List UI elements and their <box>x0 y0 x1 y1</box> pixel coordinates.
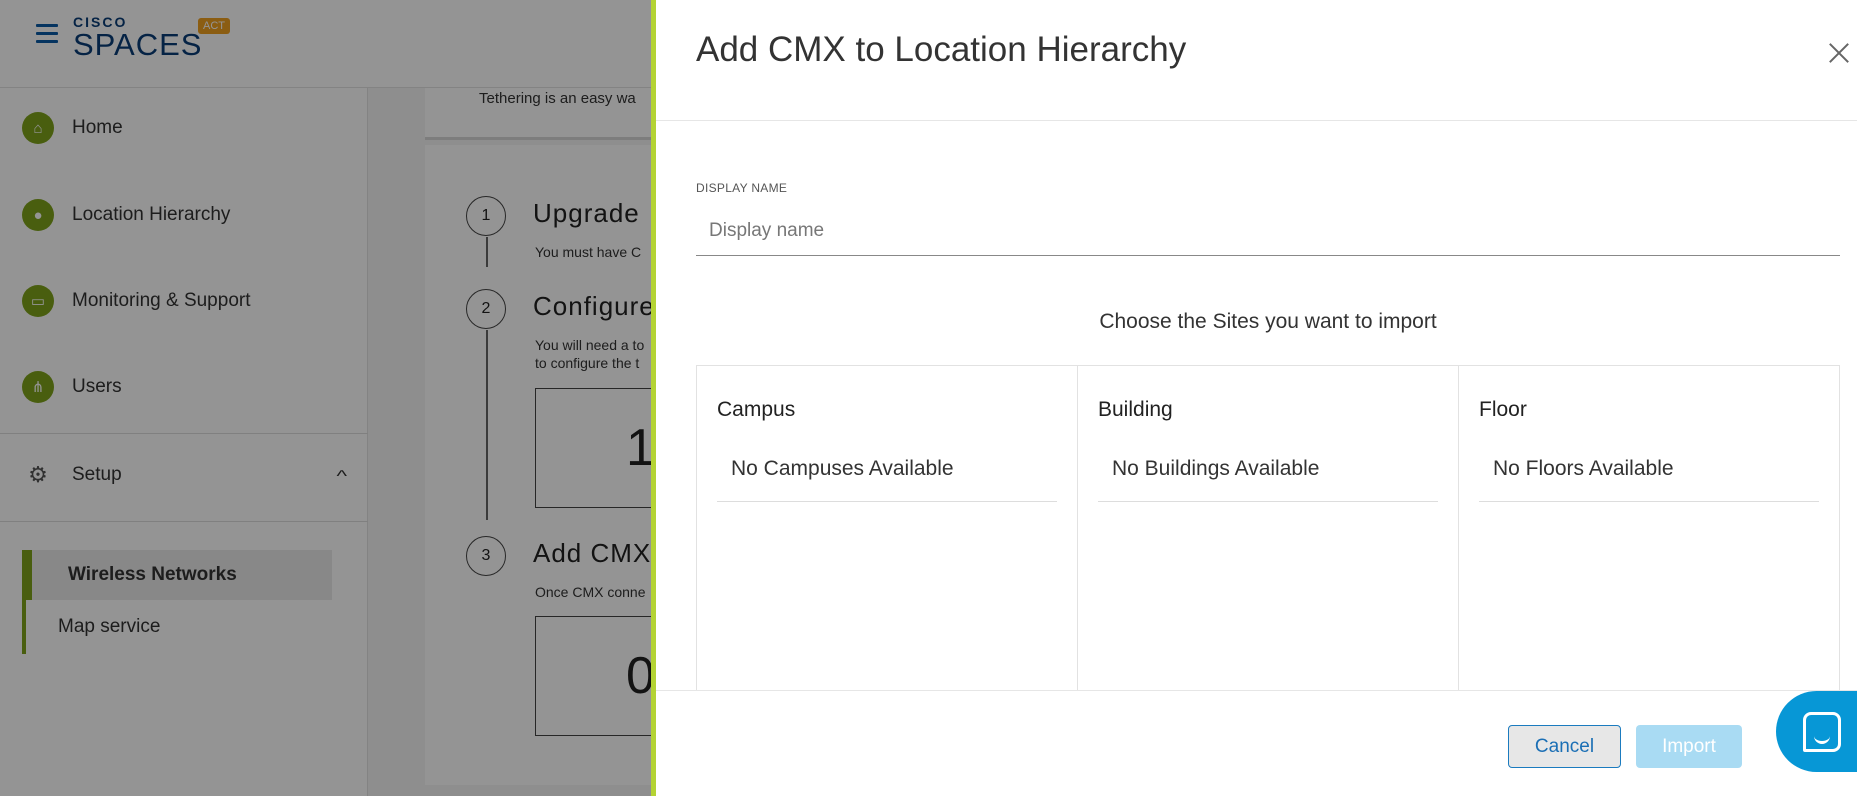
empty-state: No Buildings Available <box>1098 444 1438 502</box>
cancel-button[interactable]: Cancel <box>1508 725 1621 768</box>
floor-column: Floor No Floors Available <box>1459 366 1839 691</box>
drawer-title: Add CMX to Location Hierarchy <box>696 30 1187 69</box>
column-header: Building <box>1098 398 1173 421</box>
drawer-header: Add CMX to Location Hierarchy <box>656 0 1857 121</box>
display-name-label: DISPLAY NAME <box>696 181 788 195</box>
campus-column: Campus No Campuses Available <box>697 366 1078 691</box>
empty-state: No Campuses Available <box>717 444 1057 502</box>
empty-state: No Floors Available <box>1479 444 1819 502</box>
column-header: Campus <box>717 398 796 421</box>
chat-launcher-button[interactable] <box>1776 691 1857 772</box>
chat-icon <box>1802 711 1841 752</box>
column-header: Floor <box>1479 398 1527 421</box>
drawer-footer: Cancel Import <box>656 690 1857 796</box>
add-cmx-drawer: Add CMX to Location Hierarchy DISPLAY NA… <box>651 0 1857 796</box>
sites-table: Campus No Campuses Available Building No… <box>696 365 1840 691</box>
choose-sites-text: Choose the Sites you want to import <box>1099 310 1437 333</box>
building-column: Building No Buildings Available <box>1078 366 1459 691</box>
close-icon[interactable] <box>1826 40 1852 66</box>
import-button[interactable]: Import <box>1636 725 1742 768</box>
display-name-input[interactable] <box>696 206 1840 256</box>
